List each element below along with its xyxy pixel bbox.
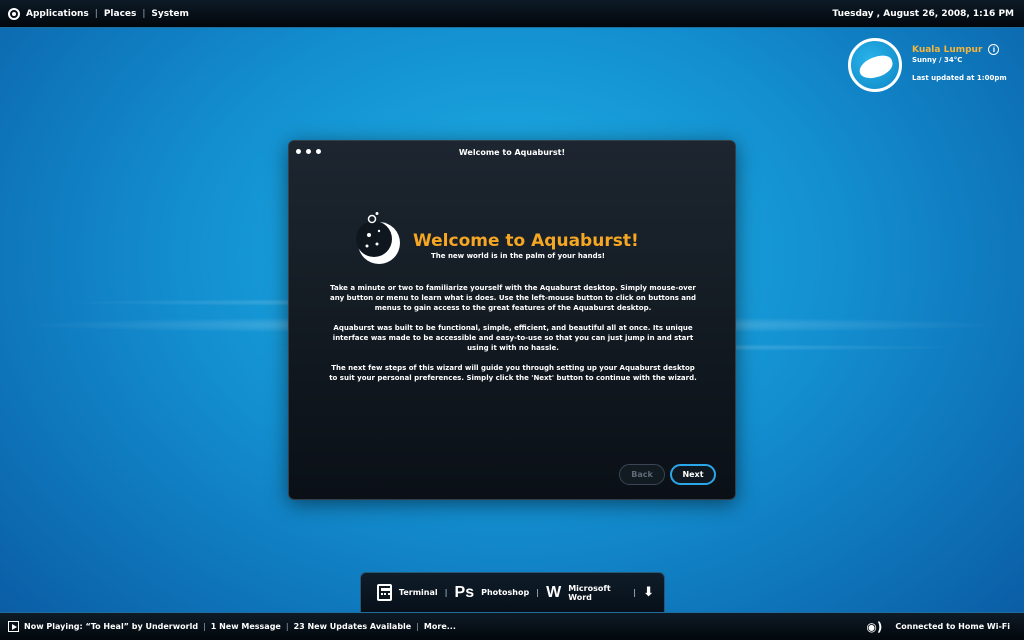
dock-item-terminal[interactable]: Terminal [399,588,438,597]
weather-updated: Last updated at 1:00pm [912,74,1007,82]
info-icon[interactable]: i [988,44,1000,55]
network-status[interactable]: ◉) Connected to Home Wi-Fi [866,620,1010,634]
dock-separator: | [536,588,540,597]
sun-globe-icon [848,38,902,92]
maximize-dot-icon[interactable] [316,149,321,154]
network-label: Connected to Home Wi-Fi [895,622,1010,631]
app-dock: Terminal | Ps Photoshop | W Microsoft Wo… [360,572,665,612]
menu-places[interactable]: Places [104,9,137,19]
welcome-paragraph: The next few steps of this wizard will g… [329,364,697,382]
next-button[interactable]: Next [670,464,716,485]
down-arrow-icon[interactable]: ⬇ [643,585,654,600]
minimize-dot-icon[interactable] [306,149,311,154]
back-button[interactable]: Back [619,464,665,485]
welcome-dialog: Welcome to Aquaburst! Welcome to Aquabur… [288,140,736,500]
welcome-body: Take a minute or two to familiarize your… [329,283,697,393]
close-dot-icon[interactable] [296,149,301,154]
dock-separator: | [633,588,637,597]
status-separator: | [203,622,206,631]
status-separator: | [285,622,289,631]
dock-item-photoshop[interactable]: Photoshop [481,588,529,597]
menu-separator: | [142,8,146,19]
aquaburst-moon-logo-icon [356,212,400,264]
terminal-icon[interactable] [377,584,392,601]
menu-applications[interactable]: Applications [26,9,89,19]
dialog-titlebar[interactable]: Welcome to Aquaburst! [289,141,735,163]
weather-city-row: Kuala Lumpur i [912,44,1007,55]
weather-widget[interactable]: Kuala Lumpur i Sunny / 34°C Last updated… [848,38,1018,100]
dialog-title: Welcome to Aquaburst! [458,147,566,157]
menu-separator: | [94,8,98,19]
top-panel: Applications | Places | System Tuesday ,… [0,0,1024,28]
play-icon[interactable] [8,621,19,632]
welcome-subheading: The new world is in the palm of your han… [431,252,605,260]
word-icon[interactable]: W [546,584,561,602]
dock-separator: | [444,588,448,597]
aquaburst-logo-icon[interactable] [8,7,20,20]
weather-condition: Sunny / 34°C [912,56,963,64]
welcome-paragraph: Take a minute or two to familiarize your… [329,284,697,312]
photoshop-icon[interactable]: Ps [455,584,475,602]
welcome-heading: Welcome to Aquaburst! [413,231,639,251]
menu-system[interactable]: System [151,9,189,19]
updates-link[interactable]: 23 New Updates Available [294,622,412,631]
weather-city: Kuala Lumpur [912,44,983,55]
top-panel-menus: Applications | Places | System [8,7,189,20]
wifi-icon: ◉) [866,619,883,634]
more-link[interactable]: More... [424,622,456,631]
status-separator: | [416,622,419,631]
now-playing[interactable]: Now Playing: “To Heal” by Underworld [24,622,198,631]
window-controls [296,149,321,154]
dock-item-word[interactable]: Microsoft Word [568,584,626,602]
dialog-hero: Welcome to Aquaburst! The new world is i… [355,211,685,276]
messages-link[interactable]: 1 New Message [211,622,281,631]
clock[interactable]: Tuesday , August 26, 2008, 1:16 PM [832,9,1014,19]
weather-text: Kuala Lumpur i Sunny / 34°C Last updated… [912,38,1007,100]
welcome-paragraph: Aquaburst was built to be functional, si… [332,324,694,352]
bottom-panel: Now Playing: “To Heal” by Underworld | 1… [0,612,1024,640]
bottom-status: Now Playing: “To Heal” by Underworld | 1… [8,621,456,632]
